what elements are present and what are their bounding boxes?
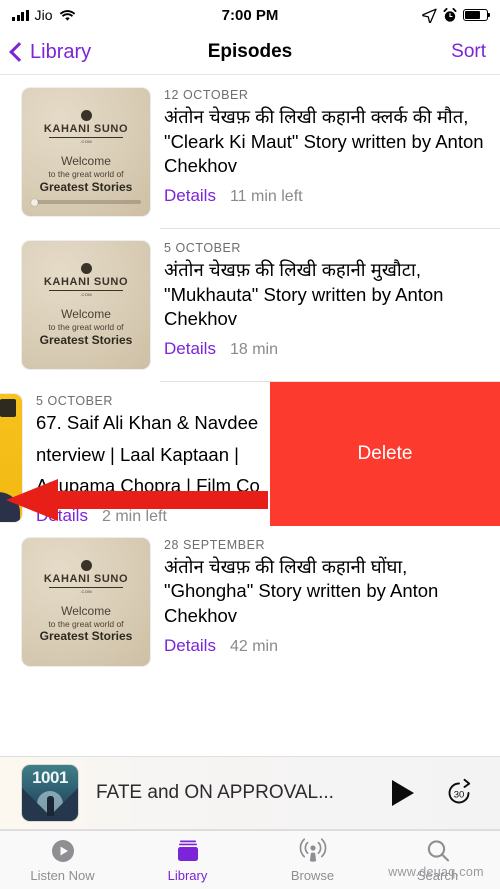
artwork-welcome-text: Welcome to the great world of Greatest S… xyxy=(40,604,133,645)
episode-row[interactable]: KAHANI SUNO .COM Welcome to the great wo… xyxy=(0,76,500,216)
tab-label-browse: Browse xyxy=(290,868,335,883)
wifi-icon xyxy=(59,9,75,21)
now-playing-title: FATE and ON APPROVAL... xyxy=(96,782,334,803)
episode-artwork: KAHANI SUNO .COM Welcome to the great wo… xyxy=(22,88,150,216)
status-bar-right xyxy=(422,7,491,23)
episode-info: 12 OCTOBER अंतोन चेखफ़ की लिखी कहानी क्ल… xyxy=(150,88,484,216)
artwork-welcome-line1: Welcome xyxy=(61,603,111,618)
watermark-text: www.deuaq.com xyxy=(388,865,484,879)
tab-bar[interactable]: Listen Now Library Browse Search www.deu… xyxy=(0,830,500,889)
episode-list[interactable]: KAHANI SUNO .COM Welcome to the great wo… xyxy=(0,76,500,750)
episode-info: 5 OCTOBER अंतोन चेखफ़ की लिखी कहानी मुखौ… xyxy=(150,241,484,369)
episode-date: 28 SEPTEMBER xyxy=(164,537,266,552)
tab-label-library: Library xyxy=(167,868,208,883)
now-playing-artwork: 1001 xyxy=(22,765,78,821)
sort-button[interactable]: Sort xyxy=(451,41,486,63)
browse-icon xyxy=(299,837,327,865)
artwork-logo-name: KAHANI SUNO xyxy=(43,572,129,585)
episode-details-link[interactable]: Details xyxy=(36,506,88,526)
artwork-welcome-line2: to the great world of xyxy=(48,322,124,332)
progress-knob xyxy=(31,198,38,206)
episode-meta: Details 42 min xyxy=(164,636,484,656)
kahani-suno-logo: KAHANI SUNO .COM xyxy=(44,263,128,297)
tab-listen-now[interactable]: Listen Now xyxy=(0,831,125,889)
tab-browse[interactable]: Browse xyxy=(250,831,375,889)
artwork-welcome-line2: to the great world of xyxy=(48,618,124,629)
episode-duration: 2 min left xyxy=(101,507,167,525)
episode-row[interactable]: KAHANI SUNO .COM Welcome to the great wo… xyxy=(0,525,500,666)
artwork-badge-icon xyxy=(0,399,16,417)
episode-date: 12 OCTOBER xyxy=(164,88,249,102)
artwork-welcome-line1: Welcome xyxy=(61,307,111,321)
logo-divider xyxy=(49,586,123,588)
artwork-logo-dotcom: .COM xyxy=(79,139,93,144)
artwork-welcome-text: Welcome to the great world of Greatest S… xyxy=(40,307,133,348)
listen-now-icon xyxy=(49,837,77,865)
mini-player[interactable]: 1001 FATE and ON APPROVAL... 30 xyxy=(0,756,500,830)
artwork-welcome-text: Welcome to the great world of Greatest S… xyxy=(40,154,133,195)
logo-mark-icon xyxy=(80,263,92,274)
swiped-episode-row[interactable]: 5 OCTOBER 67. Saif Ali Khan & Navdee nte… xyxy=(0,382,500,526)
library-icon xyxy=(174,837,202,865)
battery-icon xyxy=(463,9,491,21)
artwork-logo-dotcom: .COM xyxy=(79,292,93,297)
episode-date: 5 OCTOBER xyxy=(164,241,241,255)
skip-seconds-label: 30 xyxy=(454,790,465,801)
site-watermark: www.deuaq.com xyxy=(376,861,496,883)
tab-label-listen-now: Listen Now xyxy=(30,868,95,883)
episode-info: 28 SEPTEMBER अंतोन चेखफ़ की लिखी कहानी घ… xyxy=(150,538,484,666)
logo-divider xyxy=(49,290,123,291)
episode-title: अंतोन चेखफ़ की लिखी कहानी मुखौटा, "Mukha… xyxy=(164,259,444,330)
delete-button[interactable]: Delete xyxy=(270,382,500,526)
episode-details-link[interactable]: Details xyxy=(164,339,216,359)
artwork-welcome-line2: to the great world of xyxy=(48,169,124,179)
status-bar-left: Jio xyxy=(12,7,76,23)
artwork-person-silhouette xyxy=(0,492,20,522)
alarm-clock-icon xyxy=(443,7,457,22)
episode-artwork: KAHANI SUNO .COM Welcome to the great wo… xyxy=(22,241,150,369)
delete-button-label: Delete xyxy=(357,442,413,464)
episode-artwork: KAHANI SUNO .COM Welcome to the great wo… xyxy=(22,537,150,666)
artwork-welcome-line3: Greatest Stories xyxy=(39,332,133,347)
navigation-bar: Library Episodes Sort xyxy=(0,30,500,75)
logo-mark-icon xyxy=(80,559,92,571)
episode-meta: Details 11 min left xyxy=(164,186,484,206)
episode-progress-bar xyxy=(31,198,141,206)
signal-bars-icon xyxy=(12,9,29,21)
kahani-suno-logo: KAHANI SUNO .COM xyxy=(43,559,129,594)
kahani-suno-logo: KAHANI SUNO .COM xyxy=(44,110,128,144)
artwork-logo-name: KAHANI SUNO xyxy=(43,276,129,288)
episode-duration: 11 min left xyxy=(229,187,303,205)
back-to-library-button[interactable]: Library xyxy=(9,40,92,64)
episode-meta: Details 18 min xyxy=(164,339,484,359)
artwork-number: 1001 xyxy=(32,768,68,787)
artwork-logo-dotcom: .COM xyxy=(79,588,93,594)
location-arrow-icon xyxy=(422,8,437,23)
episode-row[interactable]: KAHANI SUNO .COM Welcome to the great wo… xyxy=(0,229,500,369)
episode-details-link[interactable]: Details xyxy=(164,636,216,656)
episode-artwork xyxy=(0,394,22,522)
logo-mark-icon xyxy=(80,110,92,121)
artwork-logo-name: KAHANI SUNO xyxy=(43,123,129,135)
episode-title: अंतोन चेखफ़ की लिखी कहानी क्लर्क की मौत,… xyxy=(164,106,484,177)
artwork-figure-silhouette xyxy=(46,796,54,816)
episode-duration: 42 min xyxy=(229,637,278,655)
logo-divider xyxy=(49,137,123,138)
skip-forward-30-icon[interactable]: 30 xyxy=(444,778,474,808)
artwork-welcome-line3: Greatest Stories xyxy=(39,179,133,194)
artwork-welcome-line1: Welcome xyxy=(61,154,111,168)
play-icon[interactable] xyxy=(392,780,414,806)
tab-search[interactable]: Search www.deuaq.com xyxy=(375,831,500,889)
artwork-welcome-line3: Greatest Stories xyxy=(39,629,133,644)
chevron-left-icon xyxy=(9,42,29,62)
episode-details-link[interactable]: Details xyxy=(164,186,216,206)
status-bar: Jio 7:00 PM xyxy=(0,0,500,30)
episode-duration: 18 min xyxy=(229,340,278,358)
episode-title: अंतोन चेखफ़ की लिखी कहानी घोंघा, "Ghongh… xyxy=(164,555,439,626)
carrier-label: Jio xyxy=(34,7,53,23)
tab-library[interactable]: Library xyxy=(125,831,250,889)
back-button-label: Library xyxy=(30,40,92,63)
